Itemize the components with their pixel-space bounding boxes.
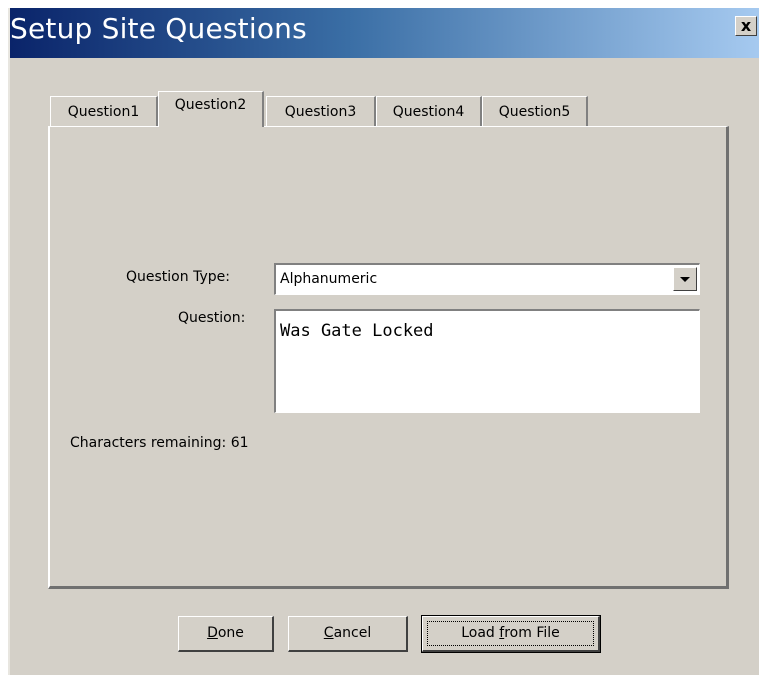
tab-label: Question3	[284, 104, 357, 120]
tab-question4[interactable]: Question4	[376, 96, 482, 128]
done-rest: one	[217, 625, 244, 641]
tab-question1[interactable]: Question1	[50, 96, 158, 128]
question-textarea[interactable]: Was Gate Locked	[274, 309, 700, 413]
focus-rect	[427, 621, 594, 646]
tab-label: Question5	[498, 104, 571, 120]
chevron-down-icon[interactable]	[673, 267, 697, 291]
window-title: Setup Site Questions	[10, 12, 307, 45]
question-type-value: Alphanumeric	[280, 271, 378, 287]
cancel-button[interactable]: Cancel	[288, 616, 408, 652]
title-bar[interactable]: Setup Site Questions x	[10, 8, 759, 58]
characters-remaining-text: Characters remaining:	[70, 435, 227, 451]
tab-question3[interactable]: Question3	[266, 96, 376, 128]
setup-site-questions-window: Setup Site Questions x Question1 Questio…	[8, 8, 759, 675]
cancel-rest: ancel	[333, 625, 372, 641]
close-icon: x	[740, 16, 752, 35]
tab-question5[interactable]: Question5	[482, 96, 588, 128]
tab-label: Question2	[174, 97, 247, 113]
load-from-file-button[interactable]: Load from File	[421, 615, 601, 653]
done-accel: D	[207, 625, 218, 641]
characters-remaining-label: Characters remaining: 61	[70, 435, 249, 451]
characters-remaining-count: 61	[230, 435, 249, 451]
question-label: Question:	[178, 310, 246, 326]
close-button[interactable]: x	[735, 16, 757, 36]
question-type-select[interactable]: Alphanumeric	[274, 263, 700, 295]
tab-label: Question4	[392, 104, 465, 120]
done-button[interactable]: Done	[178, 616, 274, 652]
question-type-label: Question Type:	[126, 269, 230, 285]
cancel-accel: C	[323, 625, 334, 641]
question2-tab-panel: Question Type: Alphanumeric Question: Wa…	[48, 126, 729, 589]
tab-question2[interactable]: Question2	[158, 91, 264, 127]
tab-label: Question1	[67, 104, 140, 120]
